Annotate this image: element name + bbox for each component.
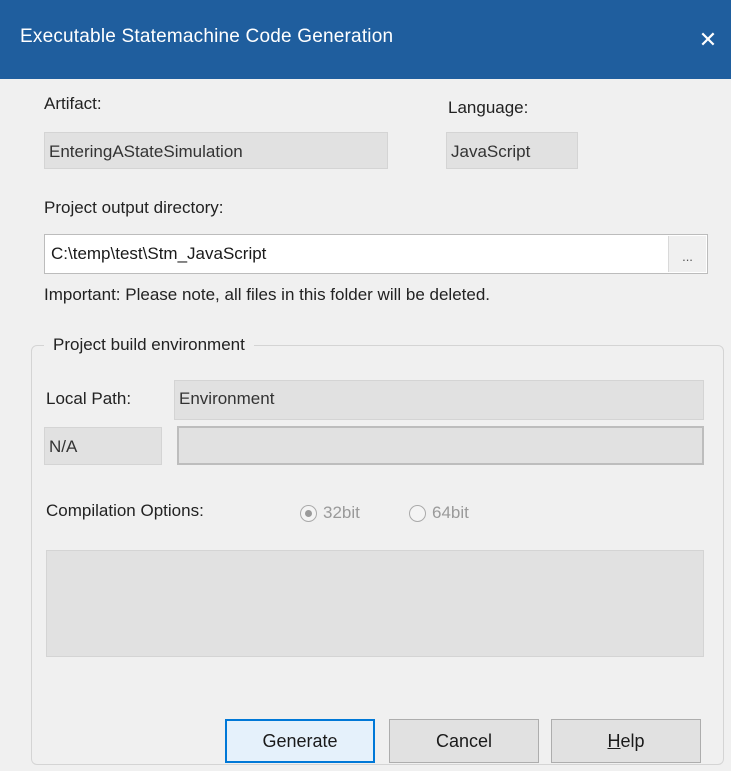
- title-bar: Executable Statemachine Code Generation …: [0, 0, 731, 79]
- radio-64bit[interactable]: 64bit: [409, 503, 469, 523]
- radio-64bit-label: 64bit: [432, 503, 469, 522]
- language-field: JavaScript: [446, 132, 578, 169]
- artifact-field: EnteringAStateSimulation: [44, 132, 388, 169]
- environment-field[interactable]: [177, 426, 704, 465]
- build-environment-title: Project build environment: [44, 335, 254, 355]
- cancel-button[interactable]: Cancel: [389, 719, 539, 763]
- dialog-body: Artifact: EnteringAStateSimulation Langu…: [0, 79, 731, 771]
- environment-header: Environment: [174, 380, 704, 420]
- delete-warning-text: Important: Please note, all files in thi…: [44, 285, 491, 304]
- local-path-value: N/A: [44, 427, 162, 465]
- output-directory-label: Project output directory:: [44, 198, 224, 217]
- artifact-label: Artifact:: [44, 94, 102, 113]
- help-button[interactable]: Help: [551, 719, 701, 763]
- output-directory-input[interactable]: [45, 235, 665, 273]
- compilation-options-label: Compilation Options:: [46, 501, 204, 520]
- compilation-output-area: [46, 550, 704, 657]
- radio-32bit-label: 32bit: [323, 503, 360, 522]
- radio-unselected-icon: [409, 504, 426, 522]
- radio-selected-icon: [300, 504, 317, 522]
- browse-button[interactable]: ...: [668, 236, 706, 272]
- help-label-rest: elp: [620, 730, 645, 751]
- output-directory-field: ...: [44, 234, 708, 274]
- close-icon[interactable]: ✕: [685, 0, 731, 79]
- window-title: Executable Statemachine Code Generation: [20, 26, 394, 47]
- local-path-label: Local Path:: [46, 389, 132, 408]
- generate-button[interactable]: Generate: [225, 719, 375, 763]
- language-label: Language:: [448, 98, 529, 117]
- help-mnemonic: H: [607, 730, 621, 751]
- radio-32bit[interactable]: 32bit: [300, 503, 360, 523]
